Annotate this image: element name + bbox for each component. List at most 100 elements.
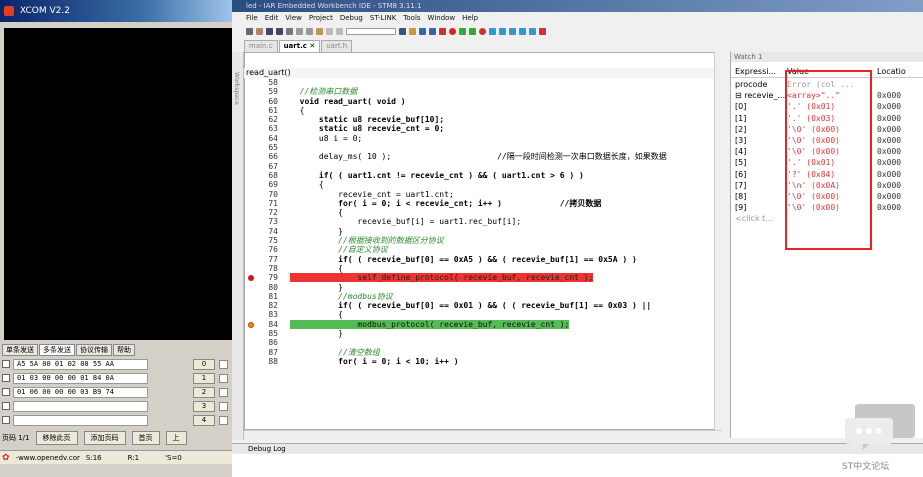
row-option-box[interactable] [219,359,228,369]
code-line[interactable]: 83 { [244,310,714,319]
menu-tools[interactable]: Tools [403,12,420,25]
code-line[interactable]: 60 void read_uart( void ) [244,97,714,106]
code-line[interactable]: 65 [244,143,714,152]
code-line[interactable]: 81 //modbus协议 [244,292,714,301]
send-row-button[interactable]: 2 [193,386,215,398]
step-out-icon[interactable] [509,28,516,35]
code-line[interactable]: 82 if( ( recevie_buf[0] == 0x01 ) && ( (… [244,301,714,310]
first-page-button[interactable]: 首页 [131,431,160,445]
download-icon[interactable] [469,28,476,35]
code-lines[interactable]: 58 59 //检测串口数据 60 void read_uart( void ) 61… [244,78,714,424]
col-location[interactable]: Locatio [871,66,923,77]
col-expression[interactable]: Expressi... [731,66,787,77]
stop-debug-icon[interactable] [539,28,546,35]
send-row-button[interactable]: 1 [193,372,215,384]
find-box-icon[interactable] [346,28,396,35]
prev-page-button[interactable]: 上 [165,431,187,445]
bookmark-icon[interactable] [409,28,416,35]
undo-icon[interactable] [326,28,333,35]
print-icon[interactable] [286,28,293,35]
row-checkbox[interactable] [2,374,10,382]
code-line[interactable]: 80 } [244,283,714,292]
code-line[interactable]: 86 [244,338,714,347]
redo-icon[interactable] [336,28,343,35]
tab-help[interactable]: 帮助 [113,344,135,356]
menu-help[interactable]: Help [462,12,478,25]
menu-view[interactable]: View [285,12,302,25]
open-file-icon[interactable] [256,28,263,35]
send-row-button[interactable]: 0 [193,358,215,370]
code-line[interactable]: 68 if( ( uart1.cnt != recevie_cnt ) && (… [244,171,714,180]
current-breakpoint-marker[interactable] [248,321,254,328]
code-line[interactable]: 87 //清空数组 [244,348,714,357]
code-line[interactable]: 61 { [244,106,714,115]
menu-file[interactable]: File [246,12,258,25]
menu-project[interactable]: Project [309,12,333,25]
menu-edit[interactable]: Edit [265,12,279,25]
code-line[interactable]: 63 static u8 recevie_cnt = 0; [244,124,714,133]
gear-icon[interactable]: ✿ [2,453,10,463]
xcom-receive-terminal[interactable] [4,28,232,340]
menu-window[interactable]: Window [428,12,456,25]
code-line[interactable]: 73 recevie_buf[i] = uart1.rec_buf[i]; [244,217,714,226]
code-line[interactable]: 77 if( ( recevie_buf[0] == 0xA5 ) && ( r… [244,255,714,264]
code-line[interactable]: 78 { [244,264,714,273]
row-option-box[interactable] [219,415,228,425]
code-line[interactable]: 88 for( i = 0; i < 10; i++ ) [244,357,714,366]
hex-field[interactable] [13,400,148,412]
row-option-box[interactable] [219,373,228,383]
save-all-icon[interactable] [276,28,283,35]
add-page-button[interactable]: 添加页码 [83,431,126,445]
code-line[interactable]: 70 recevie_cnt = uart1.cnt; [244,190,714,199]
save-icon[interactable] [266,28,273,35]
menu-debug[interactable]: Debug [340,12,363,25]
tab-multi-send[interactable]: 多条发送 [39,344,75,356]
code-line[interactable]: 59 //检测串口数据 [244,87,714,96]
workspace-collapsed-strip[interactable]: Workspace [232,52,244,440]
step-into-icon[interactable] [499,28,506,35]
make-icon[interactable] [429,28,436,35]
hex-field[interactable]: A5 5A 00 01 02 08 55 AA [13,358,148,370]
breakpoint-icon[interactable] [449,28,456,35]
send-row-button[interactable]: 3 [193,400,215,412]
cut-icon[interactable] [296,28,303,35]
copy-icon[interactable] [306,28,313,35]
code-line[interactable]: 67 [244,162,714,171]
stop-build-icon[interactable] [439,28,446,35]
code-line[interactable]: 64 u8 i = 0; [244,134,714,143]
row-checkbox[interactable] [2,416,10,424]
close-icon[interactable]: ✕ [309,42,315,50]
code-line[interactable]: 76 //自定义协议 [244,245,714,254]
send-row-button[interactable]: 4 [193,414,215,426]
hex-field[interactable]: 01 06 00 00 00 03 B9 74 [13,386,148,398]
code-line[interactable]: 74 } [244,227,714,236]
hex-field[interactable]: 01 03 00 00 00 01 84 0A [13,372,148,384]
tab-single-send[interactable]: 单条发送 [2,344,38,356]
function-selector[interactable]: read_uart() [244,68,722,78]
compile-icon[interactable] [419,28,426,35]
debug-icon[interactable] [459,28,466,35]
tab-protocol[interactable]: 协议传输 [76,344,112,356]
status-site[interactable]: -www.openedv.cor [16,454,80,462]
code-line[interactable]: 84 modbus_protocol( recevie_buf, recevie… [244,319,714,329]
tab-uart-h[interactable]: uart.h [321,40,353,52]
tab-uart-c[interactable]: uart.c ✕ [278,40,321,52]
row-option-box[interactable] [219,401,228,411]
menu-stlink[interactable]: ST-LINK [370,12,396,25]
code-line[interactable]: 66 delay_ms( 10 ); //隔一段时间检测一次串口数据长度，如果数… [244,152,714,161]
code-line[interactable]: 71 for( i = 0; i < recevie_cnt; i++ ) //… [244,199,714,208]
editor-vertical-scrollbar[interactable] [714,52,722,430]
row-option-box[interactable] [219,387,228,397]
new-file-icon[interactable] [246,28,253,35]
row-checkbox[interactable] [2,402,10,410]
paste-icon[interactable] [316,28,323,35]
code-line[interactable]: 58 [244,78,714,87]
editor-horizontal-scrollbar[interactable] [244,430,722,438]
code-line[interactable]: 72 { [244,208,714,217]
code-line[interactable]: 75 //根据接收到的数据区分协议 [244,236,714,245]
row-checkbox[interactable] [2,388,10,396]
run-icon[interactable] [519,28,526,35]
code-line[interactable]: 79 self_define_protocol( recevie_buf, re… [244,273,714,283]
step-over-icon[interactable] [489,28,496,35]
go-icon[interactable] [529,28,536,35]
